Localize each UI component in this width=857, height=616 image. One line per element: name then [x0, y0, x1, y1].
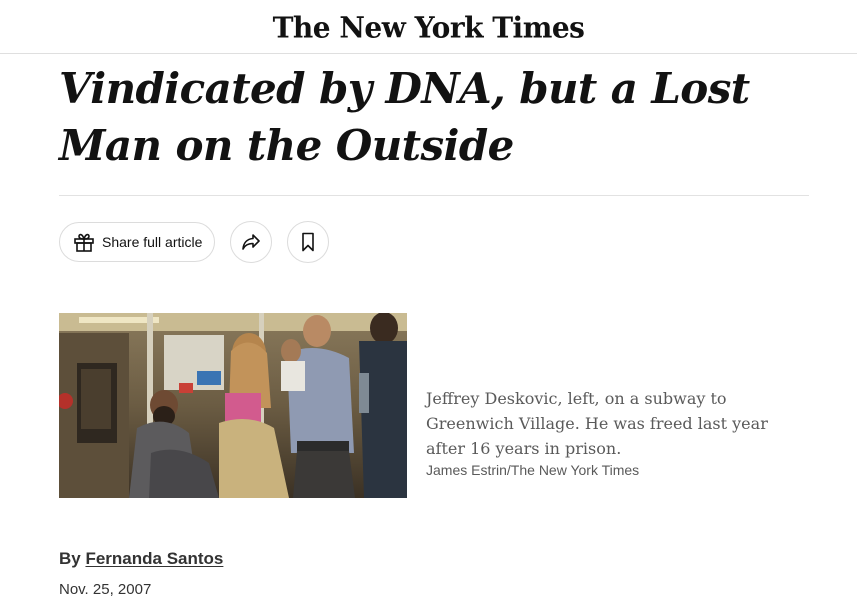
author-link[interactable]: Fernanda Santos: [85, 549, 223, 568]
article-photo[interactable]: [59, 313, 407, 498]
subway-photo-image: [59, 313, 407, 498]
share-toolbar: Share full article: [59, 221, 330, 263]
byline-prefix: By: [59, 549, 81, 568]
share-full-article-button[interactable]: Share full article: [59, 222, 216, 262]
photo-caption: Jeffrey Deskovic, left, on a subway to G…: [426, 386, 806, 479]
caption-text: Jeffrey Deskovic, left, on a subway to G…: [426, 389, 768, 458]
share-arrow-icon: [239, 230, 263, 254]
divider: [59, 195, 809, 196]
byline: By Fernanda Santos: [59, 549, 223, 569]
bookmark-icon: [296, 230, 320, 254]
share-button[interactable]: [230, 221, 273, 263]
article-page: The New York Times Vindicated by DNA, bu…: [0, 0, 857, 616]
article-headline: Vindicated by DNA, but a Lost Man on the…: [59, 64, 750, 170]
photo-credit: James Estrin/The New York Times: [426, 462, 640, 478]
publish-date: Nov. 25, 2007: [59, 581, 152, 598]
save-button[interactable]: [287, 221, 330, 263]
share-full-article-label: Share full article: [102, 234, 203, 250]
nyt-logo[interactable]: The New York Times: [273, 10, 585, 45]
masthead: The New York Times: [0, 0, 857, 54]
gift-icon: [72, 230, 96, 254]
